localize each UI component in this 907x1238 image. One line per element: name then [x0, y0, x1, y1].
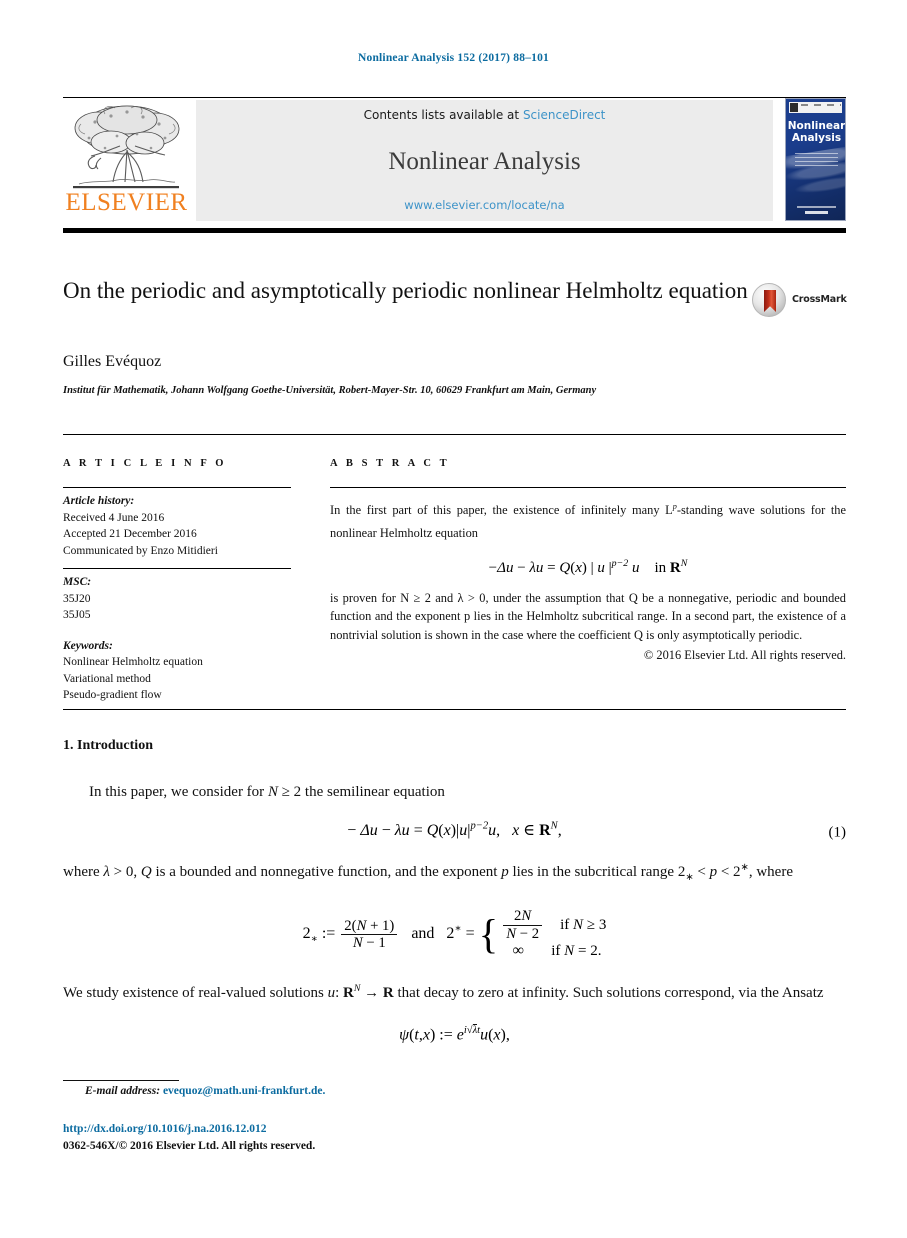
cover-subtitle-lines: [795, 153, 838, 167]
abstract-top-rule: [330, 487, 846, 489]
equation-3-row: ψ(t,x) := ei√λtu(x),: [63, 1024, 846, 1051]
page-title: On the periodic and asymptotically perio…: [63, 278, 748, 303]
author-affiliation: Institut für Mathematik, Johann Wolfgang…: [63, 385, 597, 396]
crossmark-bookmark-icon: [764, 290, 776, 312]
body-paragraph-1: In this paper, we consider for N ≥ 2 the…: [89, 784, 445, 800]
cover-header-band: [789, 102, 842, 113]
doi-link[interactable]: http://dx.doi.org/10.1016/j.na.2016.12.0…: [63, 1123, 267, 1135]
cover-header-text-lines: [801, 104, 841, 106]
info-section-top-rule: [63, 434, 846, 435]
abstract-paragraph-2: is proven for N ≥ 2 and λ > 0, under the…: [330, 590, 846, 642]
abstract-label: A B S T R A C T: [330, 458, 450, 469]
contents-prefix: Contents lists available at: [363, 108, 523, 122]
equation-2-row: 2∗ := 2(N + 1) N − 1 and 2∗ = { 2N N − 2 if…: [63, 908, 846, 960]
crossmark-badge[interactable]: CrossMark: [752, 283, 847, 317]
article-info-column: Article history: Received 4 June 2016 Ac…: [63, 487, 291, 704]
equation-1-number: (1): [828, 824, 847, 841]
footnote-email: E-mail address: evequoz@math.uni-frankfu…: [85, 1085, 325, 1097]
article-history-heading: Article history:: [63, 495, 135, 508]
paper-page: Nonlinear Analysis 152 (2017) 88–101 ELS…: [0, 0, 907, 1238]
contents-panel: Contents lists available at ScienceDirec…: [196, 100, 773, 221]
keyword-item: Variational method: [63, 672, 151, 685]
abstract-copyright: © 2016 Elsevier Ltd. All rights reserved…: [643, 648, 846, 663]
email-label: E-mail address:: [85, 1085, 161, 1097]
sciencedirect-link[interactable]: ScienceDirect: [523, 108, 605, 122]
masthead-bottom-rule: [63, 228, 846, 233]
case-condition-2: if N = 2.: [551, 942, 602, 959]
contents-available-line: Contents lists available at ScienceDirec…: [196, 108, 773, 122]
equation-2: 2∗ := 2(N + 1) N − 1 and 2∗ = { 2N N − 2 if…: [302, 908, 607, 960]
communicated-by: Communicated by Enzo Mitidieri: [63, 545, 218, 558]
cases-block: { 2N N − 2 if N ≥ 3 ∞ if N = 2.: [478, 908, 607, 960]
crossmark-label: CrossMark: [792, 294, 847, 305]
received-date: Received 4 June 2016: [63, 511, 165, 524]
msc-group: MSC: 35J20 35J05 Keywords: Nonlinear Hel…: [63, 574, 291, 704]
journal-url-link[interactable]: www.elsevier.com/locate/na: [196, 198, 773, 212]
keywords-heading: Keywords:: [63, 639, 113, 652]
keyword-item: Pseudo-gradient flow: [63, 689, 162, 702]
cover-elsevier-mark-icon: [790, 103, 798, 112]
elsevier-wordmark: ELSEVIER: [65, 189, 188, 216]
equation-3: ψ(t,x) := ei√λtu(x),: [399, 1024, 510, 1044]
author-name: Gilles Evéquoz: [63, 353, 162, 370]
keyword-item: Nonlinear Helmholtz equation: [63, 656, 203, 669]
body-paragraph-3: We study existence of real-valued soluti…: [63, 982, 824, 1001]
body-content: In this paper, we consider for N ≥ 2 the…: [63, 780, 846, 1051]
running-head: Nonlinear Analysis 152 (2017) 88–101: [357, 52, 549, 64]
cover-journal-title: Nonlinear Analysis: [787, 120, 846, 144]
msc-code: 35J05: [63, 609, 91, 622]
msc-code: 35J20: [63, 592, 91, 605]
title-block: On the periodic and asymptotically perio…: [63, 276, 753, 307]
abstract-column: In the first part of this paper, the exi…: [330, 487, 846, 663]
body-paragraph-2: where λ > 0, Q is a bounded and nonnegat…: [63, 862, 793, 884]
article-info-label: A R T I C L E I N F O: [63, 458, 227, 469]
elsevier-tree-icon: [73, 105, 180, 189]
masthead-top-rule: [63, 97, 846, 98]
elsevier-logo-block: ELSEVIER: [63, 100, 190, 223]
msc-heading: MSC:: [63, 575, 92, 588]
footnote-rule: [63, 1080, 179, 1082]
equation-1: − Δu − λu = Q(x)|u|p−2u, x ∈ RN,: [347, 820, 562, 840]
accepted-date: Accepted 21 December 2016: [63, 528, 197, 541]
abstract-display-equation: −Δu − λu = Q(x) | u |p−2 u in RN: [488, 557, 688, 576]
email-link[interactable]: evequoz@math.uni-frankfurt.de.: [163, 1085, 325, 1097]
case-condition-1: if N ≥ 3: [560, 916, 607, 933]
equation-1-row: − Δu − λu = Q(x)|u|p−2u, x ∈ RN, (1): [63, 820, 846, 846]
issn-copyright-line: 0362-546X/© 2016 Elsevier Ltd. All right…: [63, 1140, 316, 1152]
abstract-paragraph-1: In the first part of this paper, the exi…: [330, 499, 846, 544]
section-heading-introduction: 1. Introduction: [63, 738, 153, 753]
cover-footer: [793, 206, 840, 214]
abstract-bottom-rule: [63, 709, 846, 711]
info-rule-2: [63, 567, 291, 569]
info-rule-1: [63, 487, 291, 489]
journal-masthead: ELSEVIER Contents lists available at Sci…: [63, 97, 846, 223]
journal-name: Nonlinear Analysis: [388, 148, 581, 175]
article-history-group: Article history: Received 4 June 2016 Ac…: [63, 493, 291, 559]
abstract-text-part1: In the first part of this paper, the exi…: [330, 503, 673, 518]
journal-cover-thumbnail[interactable]: Nonlinear Analysis: [785, 98, 846, 221]
crossmark-circle-icon: [752, 283, 786, 317]
